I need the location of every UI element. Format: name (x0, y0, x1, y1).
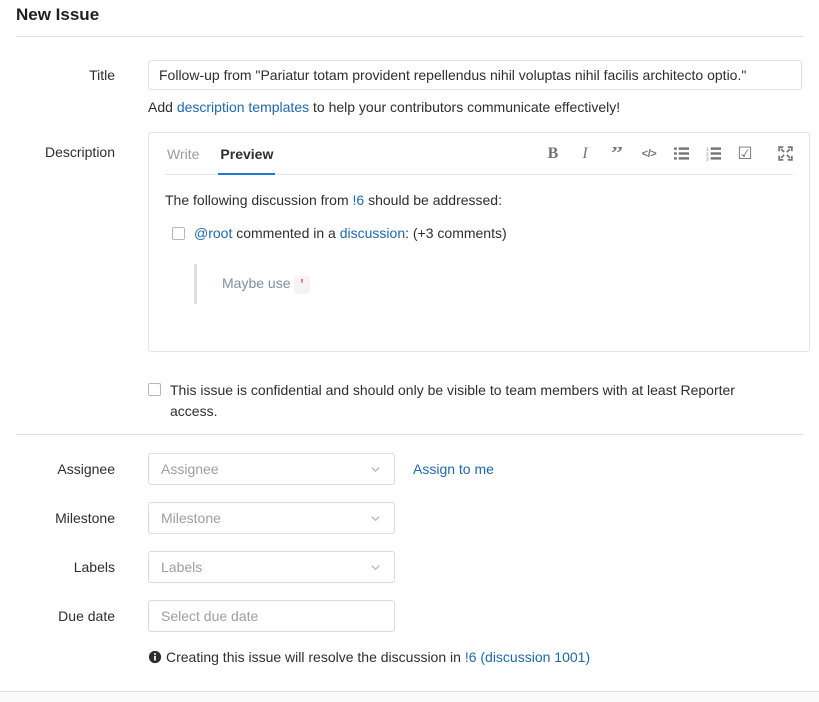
markdown-toolbar: B I ” </> 1 (529, 133, 793, 174)
title-input[interactable] (148, 60, 802, 90)
confidential-row: This issue is confidential and should on… (16, 380, 803, 422)
quoted-comment: Maybe use ' (194, 264, 793, 304)
title-help-text: Add description templates to help your c… (148, 99, 803, 116)
help-prefix: Add (148, 99, 177, 115)
assign-to-me-link[interactable]: Assign to me (413, 461, 494, 477)
svg-text:3: 3 (706, 156, 709, 161)
description-row: Description Write Preview B I ” </> (16, 132, 803, 352)
task-mid-text: commented in a (232, 225, 339, 241)
task-item-text: @root commented in a discussion: (+3 com… (194, 223, 507, 243)
description-templates-link[interactable]: description templates (177, 99, 309, 115)
markdown-editor: Write Preview B I ” </> (148, 132, 810, 352)
milestone-dropdown[interactable]: Milestone (148, 502, 395, 534)
italic-icon[interactable]: I (577, 144, 593, 164)
tab-preview[interactable]: Preview (218, 133, 275, 174)
chevron-down-icon (369, 463, 382, 476)
footer-strip (0, 691, 819, 702)
milestone-label: Milestone (16, 502, 115, 534)
assignee-dropdown[interactable]: Assignee (148, 453, 395, 485)
milestone-row: Milestone Milestone (16, 502, 803, 534)
confidential-checkbox[interactable] (148, 383, 161, 396)
help-suffix: to help your contributors communicate ef… (309, 99, 620, 115)
task-suffix-text: : (+3 comments) (405, 225, 507, 241)
task-list-icon[interactable]: ☑ (737, 144, 753, 164)
preview-pane: The following discussion from !6 should … (149, 175, 809, 319)
editor-tabs: Write Preview (165, 133, 292, 174)
preview-line1-suffix: should be addressed: (364, 192, 502, 208)
milestone-placeholder: Milestone (161, 510, 221, 526)
description-label: Description (16, 132, 115, 160)
merge-request-link[interactable]: !6 (353, 192, 365, 208)
discussion-link[interactable]: discussion (340, 225, 405, 241)
resolve-note-row: Creating this issue will resolve the dis… (16, 649, 803, 668)
bullet-list-icon[interactable] (673, 144, 689, 164)
labels-label: Labels (16, 551, 115, 583)
preview-line1-prefix: The following discussion from (165, 192, 353, 208)
page-title: New Issue (16, 4, 803, 26)
numbered-list-icon[interactable]: 1 2 3 (705, 144, 721, 164)
title-row: Title Add description templates to help … (16, 60, 803, 116)
info-icon (148, 650, 162, 668)
tab-write[interactable]: Write (165, 133, 201, 174)
due-date-input[interactable] (148, 600, 395, 632)
code-icon[interactable]: </> (641, 144, 657, 164)
markdown-editor-header: Write Preview B I ” </> (165, 133, 793, 175)
chevron-down-icon (369, 561, 382, 574)
assignee-row: Assignee Assignee Assign to me (16, 453, 803, 485)
header-divider (16, 36, 803, 37)
task-checkbox[interactable] (172, 227, 185, 240)
quote-text: Maybe use (222, 275, 294, 291)
chevron-down-icon (369, 512, 382, 525)
due-date-label: Due date (16, 600, 115, 632)
confidential-option[interactable]: This issue is confidential and should on… (148, 380, 803, 422)
bold-icon[interactable]: B (545, 144, 561, 164)
labels-placeholder: Labels (161, 559, 202, 575)
assignee-placeholder: Assignee (161, 461, 219, 477)
labels-dropdown[interactable]: Labels (148, 551, 395, 583)
note-prefix: Creating this issue will resolve the dis… (166, 649, 465, 665)
new-issue-page: New Issue Title Add description template… (0, 0, 819, 668)
confidential-label: This issue is confidential and should on… (170, 380, 770, 422)
inline-code: ' (294, 276, 309, 294)
assignee-label: Assignee (16, 453, 115, 485)
quote-icon[interactable]: ” (609, 147, 625, 161)
labels-row: Labels Labels (16, 551, 803, 583)
resolve-discussion-link[interactable]: !6 (discussion 1001) (465, 649, 590, 665)
section-divider (16, 434, 803, 435)
title-label: Title (16, 60, 115, 90)
preview-line-1: The following discussion from !6 should … (165, 190, 793, 210)
user-link[interactable]: @root (194, 225, 232, 241)
task-list-item: @root commented in a discussion: (+3 com… (172, 223, 793, 243)
due-date-row: Due date (16, 600, 803, 632)
resolve-note: Creating this issue will resolve the dis… (148, 649, 803, 668)
fullscreen-icon[interactable] (777, 144, 793, 164)
